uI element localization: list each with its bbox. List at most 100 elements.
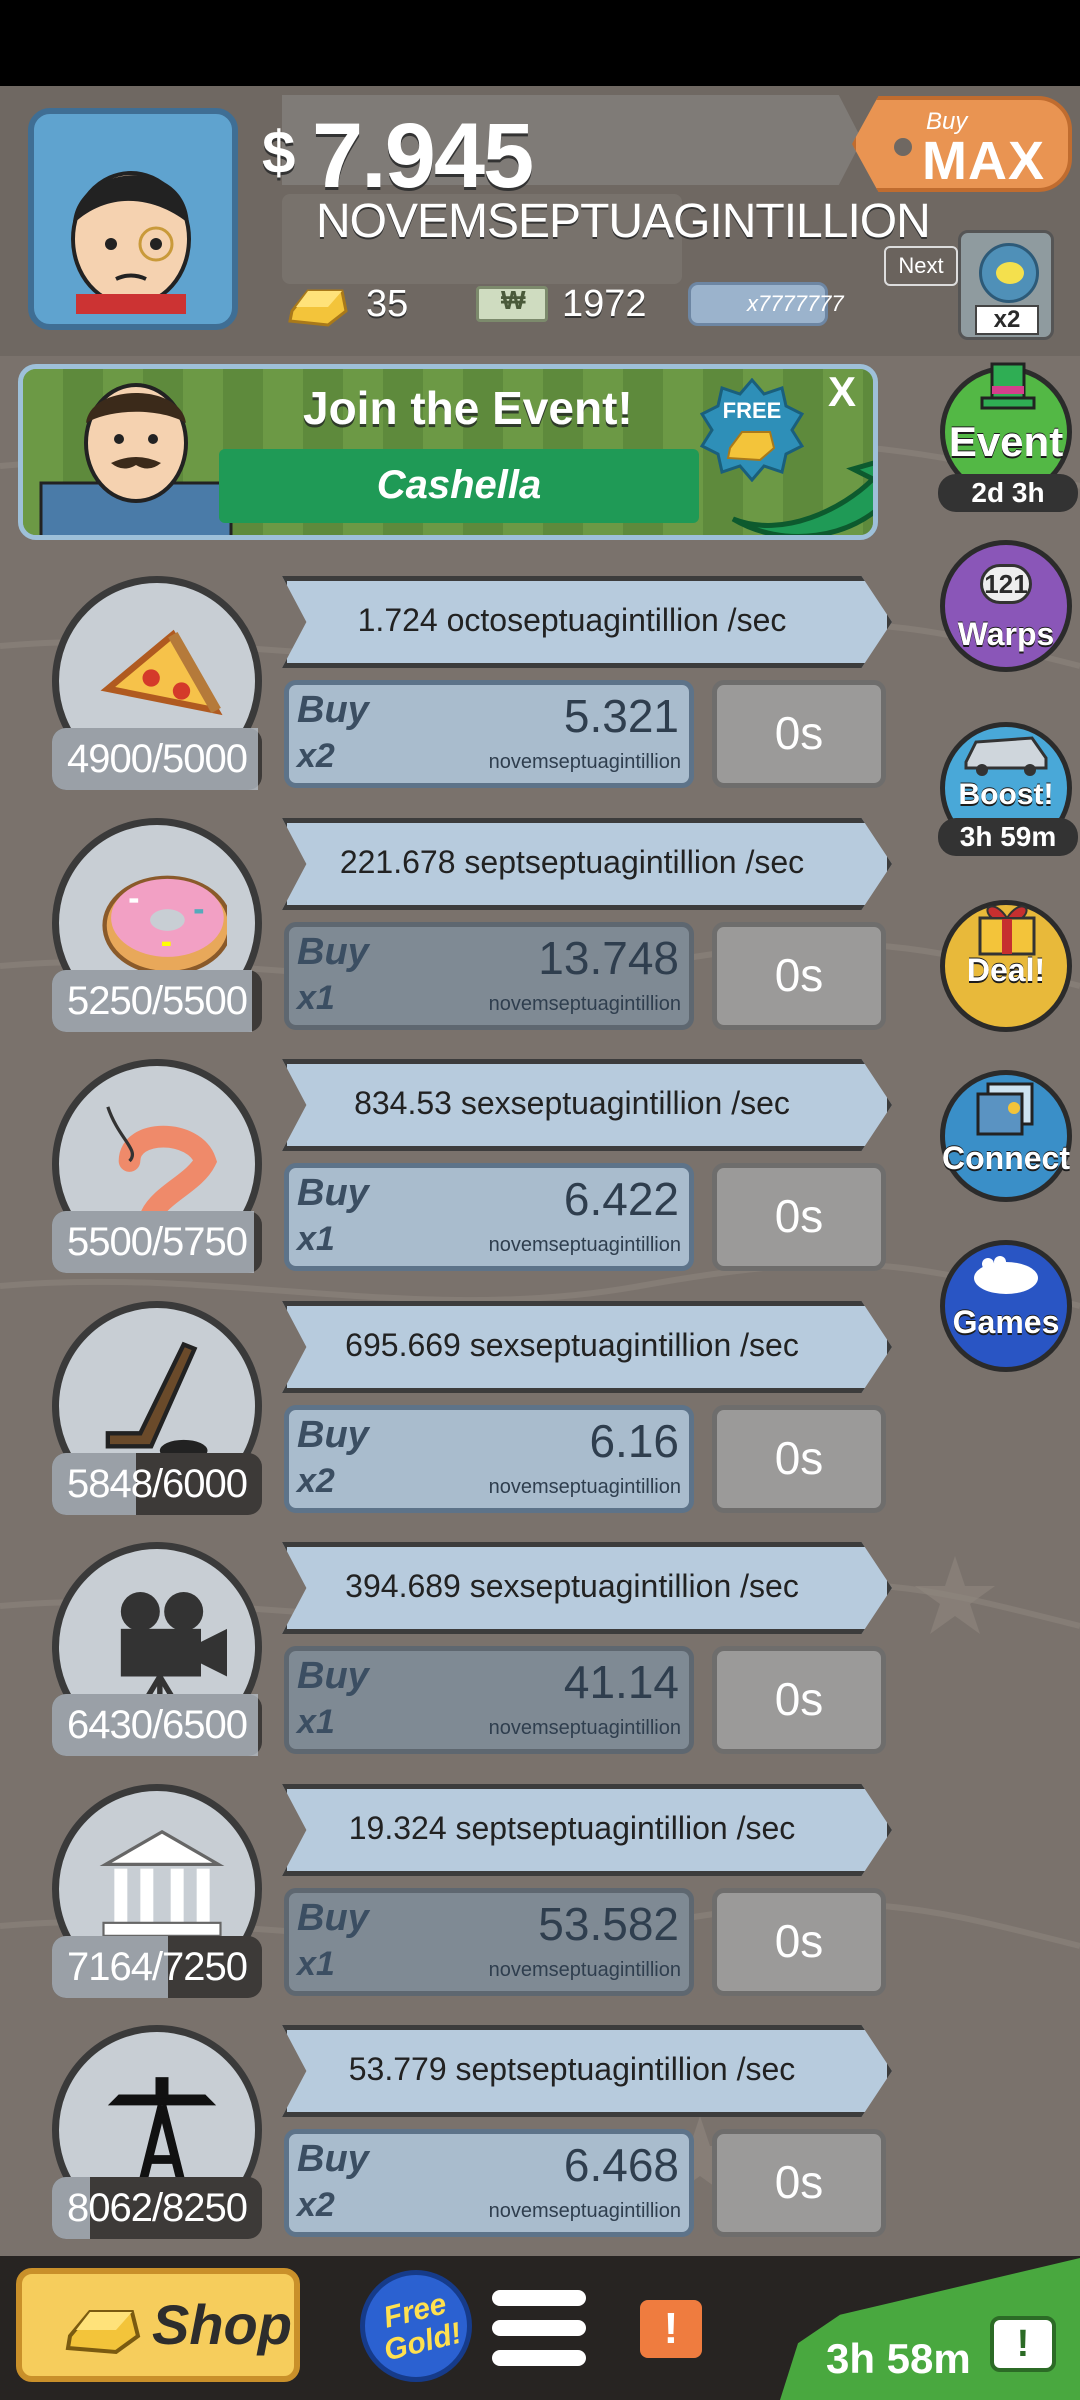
business-timer[interactable]: 0s — [712, 680, 886, 788]
buy-multiplier: x2 — [297, 2186, 335, 2224]
menu-icon[interactable] — [492, 2290, 586, 2370]
event-label: Event — [948, 418, 1064, 465]
business-count: 7164/7250 — [52, 1936, 262, 1998]
buy-button[interactable]: Buy x2 6.16 novemseptuagintillion — [284, 1405, 694, 1513]
status-bar — [0, 0, 1080, 86]
alert-button[interactable]: ! — [640, 2300, 702, 2358]
business-row: 8062/8250 53.779 septseptuagintillion /s… — [0, 2025, 900, 2267]
shrimp-icon — [106, 1106, 218, 1226]
connect-button[interactable]: Connect — [940, 1070, 1072, 1202]
buy-cost-unit: novemseptuagintillion — [488, 993, 681, 1015]
business-rate: 221.678 septseptuagintillion /sec — [339, 844, 805, 880]
buy-button[interactable]: Buy x2 6.468 novemseptuagintillion — [284, 2129, 694, 2237]
buy-cost-unit: novemseptuagintillion — [488, 1959, 681, 1981]
business-timer[interactable]: 0s — [712, 922, 886, 1030]
business-count-text: 5250/5500 — [66, 979, 248, 1023]
event-title: Join the Event! — [303, 382, 633, 434]
warps-label: Warps — [957, 616, 1055, 652]
business-count: 4900/5000 — [52, 728, 262, 790]
buy-label: Buy — [297, 689, 369, 731]
buy-button[interactable]: Buy x1 53.582 novemseptuagintillion — [284, 1888, 694, 1996]
buy-max-button[interactable]: Buy MAX — [852, 96, 1072, 192]
event-name-bar: Cashella — [219, 449, 699, 523]
business-timer[interactable]: 0s — [712, 1888, 886, 1996]
avatar[interactable] — [28, 108, 238, 330]
currency-symbol: $ — [262, 119, 296, 186]
mega-bills-icon: x7777777 — [688, 282, 844, 326]
donut-icon — [102, 875, 227, 976]
games-button[interactable]: Games — [940, 1240, 1072, 1372]
connect-label: Connect — [942, 1140, 1070, 1176]
buy-cost: 6.16 — [589, 1415, 679, 1467]
buy-max-label: MAX — [922, 131, 1045, 191]
free-gold-label: Free Gold! — [380, 2287, 465, 2368]
business-count: 5250/5500 — [52, 970, 262, 1032]
next-label: Next — [884, 246, 958, 286]
business-row: 5848/6000 695.669 sexseptuagintillion /s… — [0, 1301, 900, 1543]
business-count: 8062/8250 — [52, 2177, 262, 2239]
boost-button[interactable]: Boost! 3h 59m — [938, 722, 1078, 856]
buy-cost: 5.321 — [563, 690, 679, 742]
gold-bar-icon — [65, 2310, 141, 2355]
deal-button[interactable]: Deal! — [940, 900, 1072, 1032]
svg-text:FREE: FREE — [723, 398, 782, 423]
lemon-coin-icon — [979, 243, 1039, 303]
business-rate: 53.779 septseptuagintillion /sec — [348, 2051, 796, 2087]
business-row: 7164/7250 19.324 septseptuagintillion /s… — [0, 1784, 900, 2026]
business-rate: 1.724 octoseptuagintillion /sec — [357, 602, 787, 638]
event-name: Cashella — [376, 463, 542, 507]
business-count: 6430/6500 — [52, 1694, 262, 1756]
business-rate: 834.53 sexseptuagintillion /sec — [354, 1085, 790, 1121]
free-gold-badge-icon: FREE — [700, 378, 804, 482]
business-rate: 19.324 septseptuagintillion /sec — [348, 1810, 796, 1846]
business-count-text: 6430/6500 — [66, 1703, 248, 1747]
buy-cost: 6.468 — [563, 2139, 679, 2191]
free-gold-button[interactable]: Free Gold! — [360, 2270, 472, 2382]
megabucks-counter[interactable]: 1972 — [476, 276, 647, 332]
movie-camera-icon — [120, 1592, 227, 1709]
boost-timer: 3h 59m — [938, 818, 1078, 856]
buy-multiplier: x2 — [297, 737, 335, 775]
business-timer[interactable]: 0s — [712, 1163, 886, 1271]
pizza-icon — [100, 629, 223, 716]
business-timer[interactable]: 0s — [712, 2129, 886, 2237]
business-rate: 394.689 sexseptuagintillion /sec — [345, 1568, 799, 1604]
business-count: 5500/5750 — [52, 1211, 262, 1273]
business-timer[interactable]: 0s — [712, 1405, 886, 1513]
buy-multiplier: x1 — [297, 979, 335, 1017]
buy-cost: 6.422 — [563, 1173, 679, 1225]
top-hat-icon — [980, 362, 1036, 410]
buy-label: Buy — [297, 2138, 369, 2180]
buy-button[interactable]: Buy x1 41.14 novemseptuagintillion — [284, 1646, 694, 1754]
bank-icon — [99, 1829, 225, 1937]
business-count-text: 5500/5750 — [66, 1220, 248, 1264]
warps-count: 121 — [980, 564, 1032, 604]
gold-counter[interactable]: 35 — [282, 276, 408, 332]
event-button[interactable]: Event 2d 3h — [938, 362, 1078, 516]
tv-ad-timer: 3h 58m — [826, 2335, 971, 2382]
megabucks-icon — [476, 285, 548, 322]
tag-hole — [894, 138, 912, 156]
tv-icon[interactable]: ! — [990, 2316, 1056, 2372]
warps-button[interactable]: 121 Warps — [940, 540, 1072, 680]
hippo-icon — [974, 1256, 1038, 1294]
buy-button[interactable]: Buy x1 6.422 novemseptuagintillion — [284, 1163, 694, 1271]
buy-label: Buy — [297, 1655, 369, 1697]
shop-button[interactable]: Shop — [16, 2268, 300, 2382]
buy-cost-unit: novemseptuagintillion — [488, 1234, 681, 1256]
money-unit: NOVEMSEPTUAGINTILLION — [316, 195, 931, 248]
close-event-button[interactable]: X — [828, 368, 856, 416]
next-upgrade-button[interactable]: x2 — [958, 230, 1054, 340]
mega-bills-counter[interactable]: x7777777 — [688, 276, 844, 332]
games-label: Games — [952, 1304, 1060, 1340]
buy-cost: 13.748 — [538, 932, 679, 984]
buy-label: Buy — [297, 931, 369, 973]
buy-cost-unit: novemseptuagintillion — [488, 1476, 681, 1498]
business-count-text: 4900/5000 — [66, 737, 248, 781]
business-timer[interactable]: 0s — [712, 1646, 886, 1754]
business-rate: 695.669 sexseptuagintillion /sec — [345, 1327, 799, 1363]
buy-multiplier: x1 — [297, 1945, 335, 1983]
buy-button[interactable]: Buy x2 5.321 novemseptuagintillion — [284, 680, 694, 788]
buy-button[interactable]: Buy x1 13.748 novemseptuagintillion — [284, 922, 694, 1030]
mustache-man-icon — [39, 383, 233, 535]
